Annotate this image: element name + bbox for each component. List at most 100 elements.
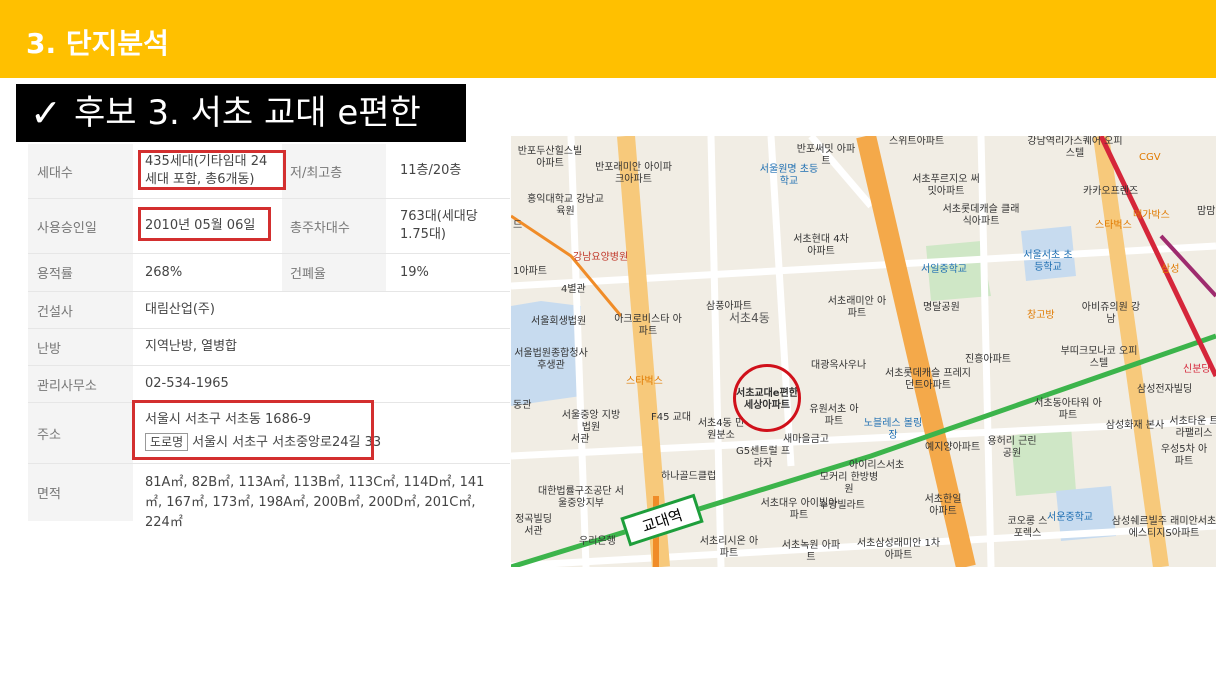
builder-label: 건설사 bbox=[28, 292, 133, 328]
map-label: 명달공원 bbox=[923, 302, 960, 313]
map-label: 예지양아파트 bbox=[925, 442, 981, 453]
info-row-approval: 사용승인일 2010년 05월 06일 총주차대수 763대(세대당 1.75대… bbox=[28, 199, 510, 254]
map-label: 하나골드클럽 bbox=[661, 471, 717, 482]
info-row-builder: 건설사 대림산업(주) bbox=[28, 292, 510, 329]
map-label: 서초녹원 아파트 bbox=[781, 540, 841, 563]
map-label: 서초4동 민원분소 bbox=[697, 418, 745, 441]
info-row-address: 주소 서울시 서초구 서초동 1686-9 도로명 서울시 서초구 서초중앙로24… bbox=[28, 400, 510, 464]
far-label: 용적률 bbox=[28, 254, 133, 291]
heating-label: 난방 bbox=[28, 329, 133, 365]
bcr-label: 건폐율 bbox=[282, 254, 386, 291]
map-label: 서울서초 초등학교 bbox=[1023, 250, 1073, 273]
map-label: 정곡빌딩 서관 bbox=[515, 514, 552, 537]
heating-value: 지역난방, 열병합 bbox=[145, 339, 237, 354]
map-label: 진흥아파트 bbox=[965, 354, 1011, 365]
map-label: 스타벅스 bbox=[1095, 220, 1132, 231]
info-row-households: 세대수 435세대(기타임대 24세대 포함, 총6개동) 저/최고층 11층/… bbox=[28, 144, 510, 199]
map-label: 홍익대학교 강남교육원 bbox=[527, 194, 604, 217]
check-icon: ✓ bbox=[30, 91, 62, 135]
map-label: 서울회생법원 bbox=[531, 316, 587, 327]
map-label: 노블레스 볼링장 bbox=[863, 418, 923, 441]
map-label: 삼성쉐르빌주 래미안서초 에스티지S아파트 bbox=[1111, 516, 1216, 539]
candidate-title: 후보 3. 서초 교대 e편한 bbox=[74, 93, 421, 133]
office-value: 02-534-1965 bbox=[145, 376, 229, 391]
map-label: 동관 bbox=[513, 400, 532, 411]
address-label: 주소 bbox=[28, 403, 133, 463]
parking-label: 총주차대수 bbox=[282, 199, 386, 253]
map-label: 드 bbox=[513, 220, 523, 231]
map-label: 4별관 bbox=[561, 284, 586, 295]
map-label: 서초푸르지오 써밋아파트 bbox=[912, 174, 980, 197]
map-label: 우성5차 아파트 bbox=[1160, 444, 1208, 467]
highlight-box bbox=[138, 150, 286, 190]
map-label: 서초현대 4차아파트 bbox=[793, 234, 849, 257]
map-label: G5센트럴 프라자 bbox=[735, 446, 791, 469]
map-label: 서초삼성래미안 1차아파트 bbox=[856, 538, 941, 561]
map-label: 강남요양병원 bbox=[573, 252, 629, 263]
area-value: 81A㎡, 82B㎡, 113A㎡, 113B㎡, 113C㎡, 114D㎡, … bbox=[145, 475, 485, 530]
map-label: 서초래미안 아파트 bbox=[827, 296, 887, 319]
map-label: 삼성 bbox=[1161, 264, 1180, 275]
header-bar: 3. 단지분석 bbox=[0, 0, 1216, 78]
map-label: 코오롱 스포렉스 bbox=[1007, 516, 1048, 539]
map-label: 대광옥사우나 bbox=[811, 360, 867, 371]
map-label: 대한법률구조공단 서울중앙지부 bbox=[538, 486, 624, 509]
info-row-ratio: 용적률 268% 건폐율 19% bbox=[28, 254, 510, 292]
floors-label: 저/최고층 bbox=[282, 144, 386, 198]
area-label: 면적 bbox=[28, 464, 133, 521]
map-label: 메가박스 bbox=[1133, 210, 1170, 221]
map-label: F45 교대 bbox=[651, 412, 692, 423]
highlight-box bbox=[138, 207, 271, 241]
map-label: 서초리시온 아파트 bbox=[699, 536, 759, 559]
bcr-value: 19% bbox=[400, 265, 429, 280]
map-label: 스타벅스 bbox=[626, 376, 663, 387]
map-label: 서초동아타워 아파트 bbox=[1034, 398, 1102, 421]
page-title: 3. 단지분석 bbox=[26, 27, 169, 60]
map-label: 아크로비스타 아파트 bbox=[614, 314, 682, 337]
map-label: 창고방 bbox=[1027, 310, 1055, 321]
map-label: 서초4동 bbox=[729, 311, 770, 325]
map-label: 서운중학교 bbox=[1047, 512, 1093, 523]
map-label: 반포래미안 아이파크아파트 bbox=[595, 162, 672, 185]
map-label: 서울법원종합청사 후생관 bbox=[514, 348, 588, 371]
map-label: 신분당 bbox=[1183, 364, 1211, 375]
map-label: 서초타운 트라팰리스 bbox=[1169, 416, 1216, 439]
map-label: 서울중앙 지방법원 bbox=[561, 410, 621, 433]
highlight-box bbox=[132, 400, 374, 460]
map-label: 수광빌라트 bbox=[819, 500, 865, 511]
office-label: 관리사무소 bbox=[28, 366, 133, 402]
floors-value: 11층/20층 bbox=[400, 163, 462, 178]
map-label: 1아파트 bbox=[513, 266, 547, 277]
map-label: 아이리스서초 bbox=[849, 460, 905, 471]
map-label: 부띠크모나코 오피스텔 bbox=[1060, 346, 1138, 369]
info-row-heating: 난방 지역난방, 열병합 bbox=[28, 329, 510, 366]
builder-value: 대림산업(주) bbox=[145, 302, 215, 317]
map-label: 반포써밋 아파트 bbox=[796, 144, 856, 167]
info-row-area: 면적 81A㎡, 82B㎡, 113A㎡, 113B㎡, 113C㎡, 114D… bbox=[28, 464, 510, 530]
complex-info-table: 세대수 435세대(기타임대 24세대 포함, 총6개동) 저/최고층 11층/… bbox=[28, 144, 510, 530]
candidate-banner: ✓ 후보 3. 서초 교대 e편한 bbox=[16, 84, 466, 142]
map-label: 서초한일 아파트 bbox=[924, 494, 962, 517]
map-label: 스위트아파트 bbox=[889, 136, 945, 147]
households-label: 세대수 bbox=[28, 144, 133, 198]
map-label: 모커리 한방병원 bbox=[819, 472, 879, 495]
location-map[interactable]: 반포두산힐스빌 아파트 반포래미안 아이파크아파트 홍익대학교 강남교육원 4별… bbox=[511, 136, 1216, 567]
map-label: 유원서초 아파트 bbox=[809, 404, 859, 427]
map-label: 반포두산힐스빌 아파트 bbox=[517, 146, 583, 169]
approval-label: 사용승인일 bbox=[28, 199, 133, 253]
map-label: 서일중학교 bbox=[921, 264, 967, 275]
parking-value: 763대(세대당 1.75대) bbox=[400, 209, 478, 242]
map-label: 서초롯데캐슬 클래식아파트 bbox=[942, 204, 1020, 227]
map-label: 용허리 근린공원 bbox=[987, 436, 1037, 459]
map-label: 맘맘 bbox=[1197, 206, 1216, 217]
map-label: 삼성화재 본사 bbox=[1105, 420, 1165, 431]
map-label: 아비쥬의원 강남 bbox=[1081, 302, 1141, 325]
map-label: 삼성전자빌딩 bbox=[1137, 384, 1193, 395]
map-label: 강남역리가스퀘어 오피스텔 bbox=[1027, 136, 1123, 159]
map-label: 카카오프렌즈 bbox=[1083, 186, 1139, 197]
map-label: 새마을금고 bbox=[783, 434, 829, 445]
far-value: 268% bbox=[145, 265, 183, 280]
map-label: 서관 bbox=[571, 434, 590, 445]
map-label: 서초롯데캐슬 프레지던트아파트 bbox=[885, 368, 971, 391]
target-apartment-marker[interactable] bbox=[733, 364, 801, 432]
